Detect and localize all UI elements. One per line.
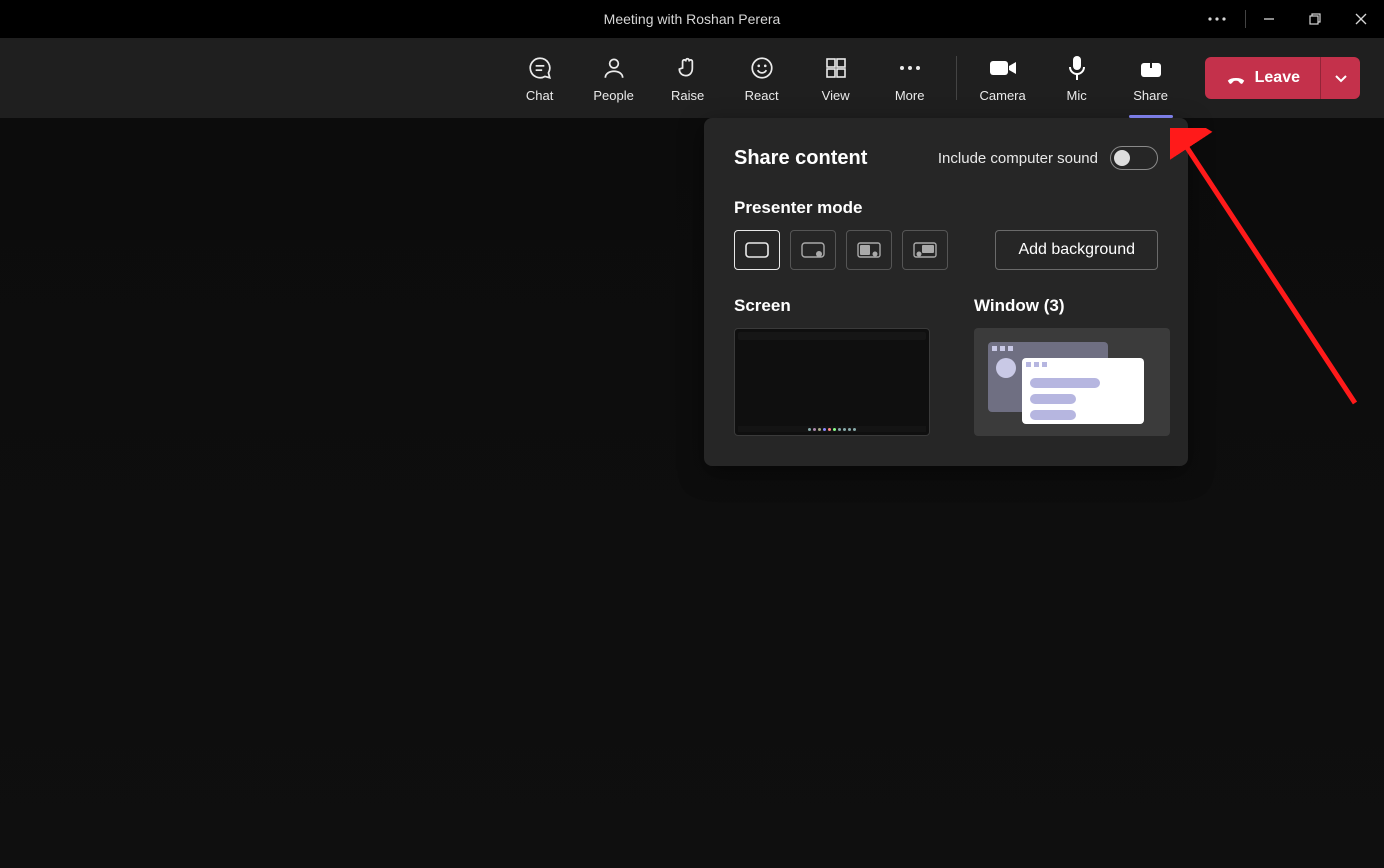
share-window-thumbnail[interactable] [974, 328, 1170, 436]
share-icon [1139, 54, 1163, 82]
mic-button[interactable]: Mic [1041, 38, 1113, 118]
share-screen-thumbnail[interactable] [734, 328, 930, 436]
hangup-icon [1225, 67, 1247, 89]
people-icon [601, 54, 627, 82]
share-sources: Screen Window (3) [734, 296, 1158, 436]
chat-button[interactable]: Chat [504, 38, 576, 118]
window-label: Window (3) [974, 296, 1170, 316]
view-label: View [822, 88, 850, 103]
people-label: People [593, 88, 633, 103]
screen-label: Screen [734, 296, 930, 316]
mic-label: Mic [1067, 88, 1087, 103]
react-icon [749, 54, 775, 82]
maximize-button[interactable] [1292, 0, 1338, 38]
chat-label: Chat [526, 88, 553, 103]
presenter-mode-content-only[interactable] [734, 230, 780, 270]
close-button[interactable] [1338, 0, 1384, 38]
presenter-mode-label: Presenter mode [734, 198, 1158, 218]
window-title: Meeting with Roshan Perera [604, 11, 781, 27]
titlebar: Meeting with Roshan Perera [0, 0, 1384, 38]
share-window-section: Window (3) [974, 296, 1170, 436]
leave-button[interactable]: Leave [1205, 57, 1320, 99]
titlebar-more-button[interactable] [1197, 17, 1237, 21]
share-panel-title: Share content [734, 147, 867, 170]
presenter-mode-reporter[interactable] [902, 230, 948, 270]
include-sound-row: Include computer sound [938, 146, 1158, 170]
leave-label: Leave [1255, 69, 1300, 87]
presenter-mode-side-by-side[interactable] [846, 230, 892, 270]
add-background-button[interactable]: Add background [995, 230, 1158, 270]
view-icon [824, 54, 848, 82]
share-label: Share [1133, 88, 1168, 103]
raise-hand-button[interactable]: Raise [652, 38, 724, 118]
minimize-button[interactable] [1246, 0, 1292, 38]
people-button[interactable]: People [578, 38, 650, 118]
leave-button-group: Leave [1205, 57, 1360, 99]
share-button[interactable]: Share [1115, 38, 1187, 118]
view-button[interactable]: View [800, 38, 872, 118]
chat-icon [527, 54, 553, 82]
meeting-toolbar: Chat People Raise React View More [0, 38, 1384, 118]
presenter-mode-row: Add background [734, 230, 1158, 270]
raise-label: Raise [671, 88, 704, 103]
window-controls [1197, 0, 1384, 38]
react-label: React [745, 88, 779, 103]
more-icon [898, 54, 922, 82]
more-button[interactable]: More [874, 38, 946, 118]
camera-label: Camera [980, 88, 1026, 103]
presenter-mode-standout[interactable] [790, 230, 836, 270]
toolbar-divider [956, 56, 957, 100]
raise-hand-icon [675, 54, 701, 82]
leave-options-button[interactable] [1320, 57, 1360, 99]
camera-button[interactable]: Camera [967, 38, 1039, 118]
include-sound-label: Include computer sound [938, 150, 1098, 167]
react-button[interactable]: React [726, 38, 798, 118]
mic-icon [1067, 54, 1087, 82]
include-sound-toggle[interactable] [1110, 146, 1158, 170]
more-label: More [895, 88, 925, 103]
share-content-panel: Share content Include computer sound Pre… [704, 118, 1188, 466]
camera-icon [989, 54, 1017, 82]
share-screen-section: Screen [734, 296, 930, 436]
